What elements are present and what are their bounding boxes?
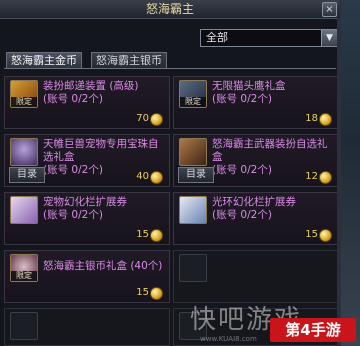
item-price: 15 (125, 286, 165, 300)
watermark-url: www.KUAI8.com (200, 335, 257, 343)
category-dropdown[interactable]: 全部 ▼ (200, 29, 338, 47)
empty-slot (4, 308, 170, 346)
catalog-button[interactable]: 目录 (178, 167, 214, 183)
tab-gold-coin[interactable]: 怒海霸主金币 (6, 52, 82, 69)
shop-item-card[interactable]: 怒海霸主武器装扮自选礼盒 (账号 0/2个) 目录 12 (173, 134, 339, 187)
item-name: 装扮邮递装置 (高级) (账号 0/2个) (43, 80, 139, 105)
shop-item-card[interactable]: 光环幻化栏扩展券 (账号 0/2个) 15 (173, 192, 339, 245)
tab-label: 怒海霸主金币 (11, 54, 77, 67)
silver-box-icon: 限定 (10, 254, 38, 282)
watermark-logo: 第4手游 (270, 318, 356, 342)
window-title: 怒海霸主 (145, 2, 194, 16)
gold-coin-icon (319, 113, 332, 126)
empty-slot (173, 250, 339, 303)
item-name: 宠物幻化栏扩展券 (账号 0/2个) (43, 196, 127, 221)
dropdown-value: 全部 (206, 31, 228, 44)
item-price: 15 (294, 228, 334, 242)
close-button[interactable]: × (322, 2, 337, 17)
background-scene (340, 0, 360, 346)
tab-divider (4, 68, 336, 69)
empty-icon-slot (10, 312, 38, 340)
catalog-button[interactable]: 目录 (9, 167, 45, 183)
gold-coin-icon (319, 171, 332, 184)
gold-coin-icon (150, 287, 163, 300)
limited-badge: 限定 (11, 97, 37, 107)
item-price: 70 (125, 112, 165, 126)
shop-item-card[interactable]: 宠物幻化栏扩展券 (账号 0/2个) 15 (4, 192, 170, 245)
scrollbar[interactable] (337, 18, 340, 346)
item-price: 18 (294, 112, 334, 126)
item-price: 12 (294, 170, 334, 184)
limited-badge: 限定 (11, 271, 37, 281)
orb-box-icon (10, 138, 38, 166)
item-name: 无限猫头鹰礼盒 (账号 0/2个) (212, 80, 286, 105)
item-price: 40 (125, 170, 165, 184)
gold-coin-icon (150, 171, 163, 184)
tab-silver-coin[interactable]: 怒海霸主银币 (91, 52, 167, 69)
item-name: 光环幻化栏扩展券 (账号 0/2个) (212, 196, 296, 221)
shop-item-card[interactable]: 限定 怒海霸主银币礼盒 (40个) 15 (4, 250, 170, 303)
chevron-down-icon[interactable]: ▼ (321, 30, 337, 46)
shop-window: 怒海霸主 × 全部 ▼ 怒海霸主金币 怒海霸主银币 限定 装扮邮递装置 (高级)… (0, 0, 341, 346)
ticket-icon (10, 196, 38, 224)
owl-box-icon: 限定 (179, 80, 207, 108)
weapon-box-icon (179, 138, 207, 166)
item-price: 15 (125, 228, 165, 242)
gold-coin-icon (150, 113, 163, 126)
shop-item-card[interactable]: 天帷巨兽宠物专用宝珠自选礼盒 (账号 0/2个) 目录 40 (4, 134, 170, 187)
ticket-icon (179, 196, 207, 224)
empty-icon-slot (179, 254, 207, 282)
gold-coin-icon (150, 229, 163, 242)
shop-item-card[interactable]: 限定 装扮邮递装置 (高级) (账号 0/2个) 70 (4, 76, 170, 129)
mailbox-icon: 限定 (10, 80, 38, 108)
shop-item-card[interactable]: 限定 无限猫头鹰礼盒 (账号 0/2个) 18 (173, 76, 339, 129)
tab-label: 怒海霸主银币 (96, 54, 162, 67)
gold-coin-icon (319, 229, 332, 242)
item-name: 怒海霸主银币礼盒 (40个) (43, 260, 163, 272)
limited-badge: 限定 (180, 97, 206, 107)
close-icon: × (325, 4, 334, 15)
window-titlebar: 怒海霸主 × (0, 0, 340, 19)
